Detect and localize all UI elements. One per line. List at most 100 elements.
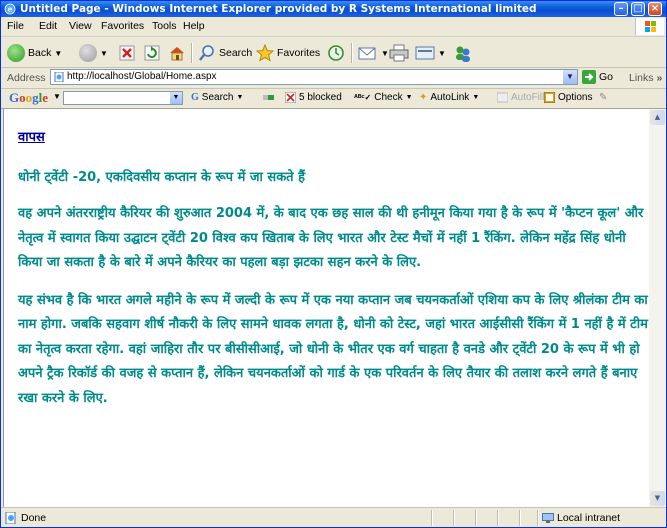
google-search-label: Search xyxy=(201,92,234,103)
title-bar[interactable]: e Untitled Page - Windows Internet Explo… xyxy=(1,1,666,17)
messenger-button[interactable] xyxy=(453,43,473,63)
edit-button[interactable]: ▼ xyxy=(415,43,446,63)
search-label: Search xyxy=(219,47,253,59)
maximize-icon: □ xyxy=(633,3,643,14)
chevron-down-icon: ▼ xyxy=(54,48,63,58)
autofill-button[interactable]: AutoFill xyxy=(497,92,544,103)
refresh-icon xyxy=(144,45,160,61)
chevron-down-icon[interactable]: ▼ xyxy=(53,92,61,101)
menu-view[interactable]: View xyxy=(69,20,92,32)
chevron-down-icon[interactable]: ▼ xyxy=(170,92,182,104)
browser-window: e Untitled Page - Windows Internet Explo… xyxy=(0,0,667,528)
chevron-down-icon: ▼ xyxy=(100,48,108,58)
popup-blocker-icon xyxy=(285,92,296,103)
scroll-down-button[interactable]: ▼ xyxy=(650,491,665,506)
popup-blocker-button[interactable]: 5 blocked xyxy=(285,92,342,103)
home-icon xyxy=(170,47,184,61)
ie-icon: e xyxy=(4,3,16,15)
google-search-input[interactable]: ▼ xyxy=(63,91,183,105)
chevron-down-icon: ▼ xyxy=(472,94,480,101)
back-link[interactable]: वापस xyxy=(18,127,45,145)
google-logo[interactable]: Google xyxy=(9,90,48,106)
google-search-button[interactable]: G Search ▼ xyxy=(191,92,243,103)
vertical-scrollbar[interactable]: ▲ ▼ xyxy=(649,109,666,507)
messenger-icon xyxy=(456,46,470,62)
pencil-icon: ✎ xyxy=(599,92,608,103)
address-bar: Address http://localhost/Global/Home.asp… xyxy=(1,68,666,89)
page-done-icon xyxy=(5,512,16,524)
menu-help[interactable]: Help xyxy=(183,20,205,32)
menu-bar: File Edit View Favorites Tools Help xyxy=(1,17,666,37)
back-arrow-icon xyxy=(7,44,25,62)
stop-button[interactable] xyxy=(119,43,135,63)
options-label: Options xyxy=(558,92,593,103)
autolink-button[interactable]: ✦ AutoLink ▼ xyxy=(419,92,479,103)
chevron-down-icon: ▼ xyxy=(438,48,446,58)
chevron-down-icon[interactable]: ▼ xyxy=(563,70,577,84)
google-g-icon: G xyxy=(191,92,199,103)
article-headline: धोनी ट्वेंटी -20, एकदिवसीय कप्तान के रूप… xyxy=(18,170,306,185)
article-paragraph-1: वह अपने अंतरराष्ट्रीय कैरियर की शुरुआत 2… xyxy=(18,206,644,270)
menu-favorites[interactable]: Favorites xyxy=(101,20,144,32)
edit-page-icon xyxy=(415,46,435,60)
standard-toolbar: Back ▼ ▼ Search Favorites ▼ ▼ xyxy=(1,37,666,68)
history-button[interactable] xyxy=(327,43,345,63)
scroll-up-button[interactable]: ▲ xyxy=(650,110,665,125)
history-icon xyxy=(328,45,344,61)
autofill-label: AutoFill xyxy=(511,92,545,103)
menu-file[interactable]: File xyxy=(7,20,24,32)
mail-button[interactable]: ▼ xyxy=(358,43,389,63)
back-button[interactable]: Back ▼ xyxy=(7,43,62,63)
autofill-icon xyxy=(497,92,508,103)
autolink-label: AutoLink xyxy=(430,92,470,103)
address-input[interactable]: http://localhost/Global/Home.aspx ▼ xyxy=(50,69,578,85)
check-label: Check xyxy=(374,92,403,103)
address-label: Address xyxy=(7,72,46,84)
go-button[interactable]: Go xyxy=(582,70,613,84)
back-label: Back xyxy=(28,47,52,59)
status-text: Done xyxy=(21,512,47,524)
go-label: Go xyxy=(599,71,614,83)
google-toolbar: Google ▼ ▼ G Search ▼ 5 blocked ᴬᴮᶜ✓ Che… xyxy=(1,89,666,109)
menu-edit[interactable]: Edit xyxy=(39,20,57,32)
mail-icon xyxy=(358,47,376,60)
status-bar: Done Local intranet xyxy=(1,507,666,527)
page-content: वापस धोनी ट्वेंटी -20, एकदिवसीय कप्तान क… xyxy=(3,109,649,507)
address-url: http://localhost/Global/Home.aspx xyxy=(67,71,217,82)
home-button[interactable] xyxy=(168,43,186,63)
search-icon xyxy=(199,45,214,61)
spellcheck-button[interactable]: ᴬᴮᶜ✓ Check ▼ xyxy=(354,92,413,103)
forward-arrow-icon xyxy=(79,44,97,62)
pencil-button[interactable]: ✎ xyxy=(599,92,607,103)
security-zone: Local intranet xyxy=(557,512,621,524)
article: वापस धोनी ट्वेंटी -20, एकदिवसीय कप्तान क… xyxy=(18,121,648,411)
maximize-button[interactable]: □ xyxy=(631,2,645,16)
intranet-zone-icon xyxy=(542,513,554,523)
printer-icon xyxy=(389,44,409,62)
stop-icon xyxy=(119,45,135,61)
menu-tools[interactable]: Tools xyxy=(152,20,177,32)
favorites-button[interactable]: Favorites xyxy=(256,43,320,63)
favorites-label: Favorites xyxy=(277,47,321,59)
chevron-down-icon: ▼ xyxy=(405,94,413,101)
close-button[interactable]: × xyxy=(648,2,662,16)
close-icon: × xyxy=(650,3,660,14)
windows-logo-icon xyxy=(635,18,664,35)
search-button[interactable]: Search xyxy=(198,43,252,63)
chevron-down-icon: ▼ xyxy=(381,48,389,58)
svg-text:e: e xyxy=(7,4,12,14)
article-paragraph-2: यह संभव है कि भारत अगले महीने के रूप में… xyxy=(18,292,648,406)
refresh-button[interactable] xyxy=(144,43,160,63)
minimize-button[interactable]: – xyxy=(614,2,628,16)
links-button[interactable]: Links » xyxy=(629,72,662,84)
window-title: Untitled Page - Windows Internet Explore… xyxy=(20,3,537,15)
blocked-count-label: 5 blocked xyxy=(299,92,342,103)
pagerank-button[interactable] xyxy=(263,92,274,103)
options-icon xyxy=(544,92,555,103)
options-button[interactable]: Options xyxy=(544,92,592,103)
forward-button[interactable]: ▼ xyxy=(79,43,108,63)
go-arrow-icon xyxy=(582,70,596,84)
minimize-icon: – xyxy=(618,3,624,14)
spellcheck-icon: ᴬᴮᶜ✓ xyxy=(354,93,372,102)
print-button[interactable] xyxy=(389,43,409,63)
